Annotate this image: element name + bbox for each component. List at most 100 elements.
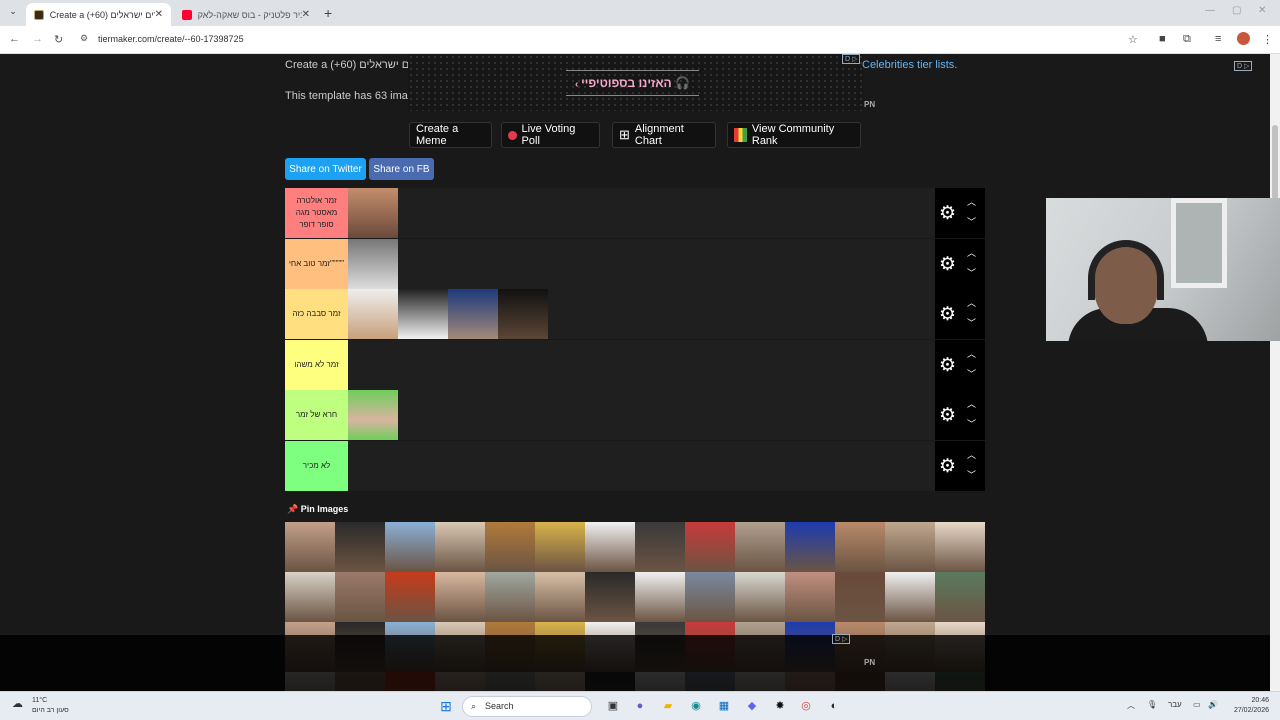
tier-image[interactable] [348, 188, 398, 238]
tier-label[interactable]: חרא של זמר [285, 390, 348, 440]
gear-icon[interactable]: ⚙ [939, 202, 956, 225]
file-explorer-icon[interactable]: ▰ [660, 698, 676, 714]
chevron-down-icon[interactable]: ﹀ [967, 266, 976, 279]
back-arrow-icon[interactable]: ← [9, 33, 20, 45]
pool-image[interactable] [835, 572, 885, 622]
taskbar-search-input[interactable]: ⌕ Search [462, 696, 592, 717]
tier-label[interactable]: זמר אולטרה מאסטר מגה סופר דופר [285, 188, 348, 238]
share-fb-button[interactable]: Share on FB [369, 158, 434, 180]
minimize-icon[interactable]: — [1205, 5, 1215, 16]
pool-image[interactable] [485, 572, 535, 622]
bookmark-star-icon[interactable]: ☆ [1128, 33, 1138, 46]
tier-drop-area[interactable] [348, 390, 935, 440]
profile-avatar-icon[interactable] [1237, 32, 1250, 45]
pool-image[interactable] [285, 572, 335, 622]
close-tab-icon[interactable]: ✕ [302, 9, 310, 20]
pool-image[interactable] [885, 522, 935, 572]
tab-youtube[interactable]: רביר פלטניק - בוס שאקה-לאק ✕ [174, 3, 318, 26]
ad-choices-icon[interactable]: D ▷ [842, 54, 861, 64]
share-twitter-button[interactable]: Share on Twitter [285, 158, 366, 180]
page-scrollbar[interactable] [1270, 54, 1280, 691]
edge-icon[interactable]: ◉ [688, 698, 704, 714]
close-window-icon[interactable]: ✕ [1258, 5, 1266, 16]
discord-icon[interactable]: ◆ [744, 698, 760, 714]
tier-drop-area[interactable] [348, 188, 935, 238]
tier-drop-area[interactable] [348, 238, 935, 289]
reload-icon[interactable]: ↻ [54, 33, 63, 46]
tier-drop-area[interactable] [348, 339, 935, 390]
chevron-down-icon[interactable]: ﹀ [967, 417, 976, 430]
pool-image[interactable] [685, 522, 735, 572]
tier-image[interactable] [348, 238, 398, 289]
pool-image[interactable] [335, 572, 385, 622]
pool-image[interactable] [585, 572, 635, 622]
ad-choices-icon[interactable]: D ▷ [832, 634, 851, 644]
menu-kebab-icon[interactable]: ⋮ [1262, 33, 1273, 46]
tier-image[interactable] [348, 390, 398, 440]
tier-image[interactable] [448, 289, 498, 339]
network-icon[interactable]: ▭ [1193, 700, 1201, 709]
tier-image[interactable] [398, 289, 448, 339]
gear-icon[interactable]: ⚙ [939, 253, 956, 276]
pool-image[interactable] [685, 572, 735, 622]
tier-drop-area[interactable] [348, 289, 935, 339]
pool-image[interactable] [485, 522, 535, 572]
chevron-up-icon[interactable]: ︿ [967, 246, 976, 259]
pool-image[interactable] [635, 522, 685, 572]
tier-label[interactable]: זמר טוב אחי""""" [285, 238, 348, 289]
language-indicator[interactable]: עבר [1168, 700, 1182, 709]
live-voting-poll-button[interactable]: Live Voting Poll [501, 122, 600, 148]
chevron-up-icon[interactable]: ︿ [967, 448, 976, 461]
pool-image[interactable] [735, 522, 785, 572]
url-text[interactable]: tiermaker.com/create/--60-17398725 [98, 34, 244, 44]
tray-chevron-icon[interactable]: ︿ [1127, 700, 1135, 711]
pool-image[interactable] [385, 572, 435, 622]
pool-image[interactable] [435, 572, 485, 622]
ad-choices-icon[interactable]: D ▷ [1234, 61, 1253, 71]
pool-image[interactable] [935, 522, 985, 572]
view-community-rank-button[interactable]: View Community Rank [727, 122, 861, 148]
windows-start-icon[interactable]: ⊞ [438, 698, 454, 714]
pool-image[interactable] [435, 522, 485, 572]
teams-icon[interactable]: ● [632, 698, 648, 714]
chevron-down-icon[interactable]: ﹀ [967, 215, 976, 228]
gear-icon[interactable]: ⚙ [939, 455, 956, 478]
pool-image[interactable] [335, 522, 385, 572]
gear-icon[interactable]: ⚙ [939, 303, 956, 326]
steam-icon[interactable]: ◐ [826, 698, 842, 714]
spotify-banner-button[interactable]: ‹ האזינו בספוטיפיי 🎧 [566, 70, 699, 96]
chevron-down-icon[interactable]: ﹀ [967, 316, 976, 329]
chevron-down-icon[interactable]: ﹀ [967, 468, 976, 481]
forward-arrow-icon[interactable]: → [32, 33, 43, 45]
site-settings-icon[interactable]: ⚙ [80, 33, 88, 44]
pool-image[interactable] [585, 522, 635, 572]
chevron-up-icon[interactable]: ︿ [967, 195, 976, 208]
pool-image[interactable] [885, 572, 935, 622]
chevron-up-icon[interactable]: ︿ [967, 296, 976, 309]
volume-icon[interactable]: 🔊 [1208, 700, 1218, 709]
tier-drop-area[interactable] [348, 440, 935, 491]
task-view-icon[interactable]: ▣ [605, 698, 621, 714]
gear-icon[interactable]: ⚙ [939, 354, 956, 377]
celebrities-tier-lists-link[interactable]: Celebrities tier lists. [862, 59, 957, 71]
pool-image[interactable] [535, 572, 585, 622]
close-tab-icon[interactable]: ✕ [155, 9, 163, 20]
pool-image[interactable] [935, 572, 985, 622]
chevron-up-icon[interactable]: ︿ [967, 397, 976, 410]
tier-image[interactable] [348, 289, 398, 339]
chevron-down-icon[interactable]: ﹀ [967, 367, 976, 380]
pool-image[interactable] [785, 522, 835, 572]
create-meme-button[interactable]: Create a Meme [409, 122, 492, 148]
extension-icon[interactable]: ■ [1159, 33, 1166, 45]
tab-list-chevron-icon[interactable]: ⌄ [6, 6, 20, 20]
pool-image[interactable] [835, 522, 885, 572]
extensions-puzzle-icon[interactable]: ⧉ [1183, 33, 1191, 46]
scrollbar-thumb[interactable] [1272, 125, 1278, 200]
pool-image[interactable] [285, 522, 335, 572]
gear-icon[interactable]: ⚙ [939, 404, 956, 427]
weather-widget[interactable]: ☁ 11°C סעון רב היום [12, 696, 69, 716]
pin-images-label[interactable]: 📌 Pin Images [287, 504, 348, 515]
reading-list-icon[interactable]: ≡ [1215, 33, 1221, 45]
pool-image[interactable] [785, 572, 835, 622]
tier-image[interactable] [498, 289, 548, 339]
